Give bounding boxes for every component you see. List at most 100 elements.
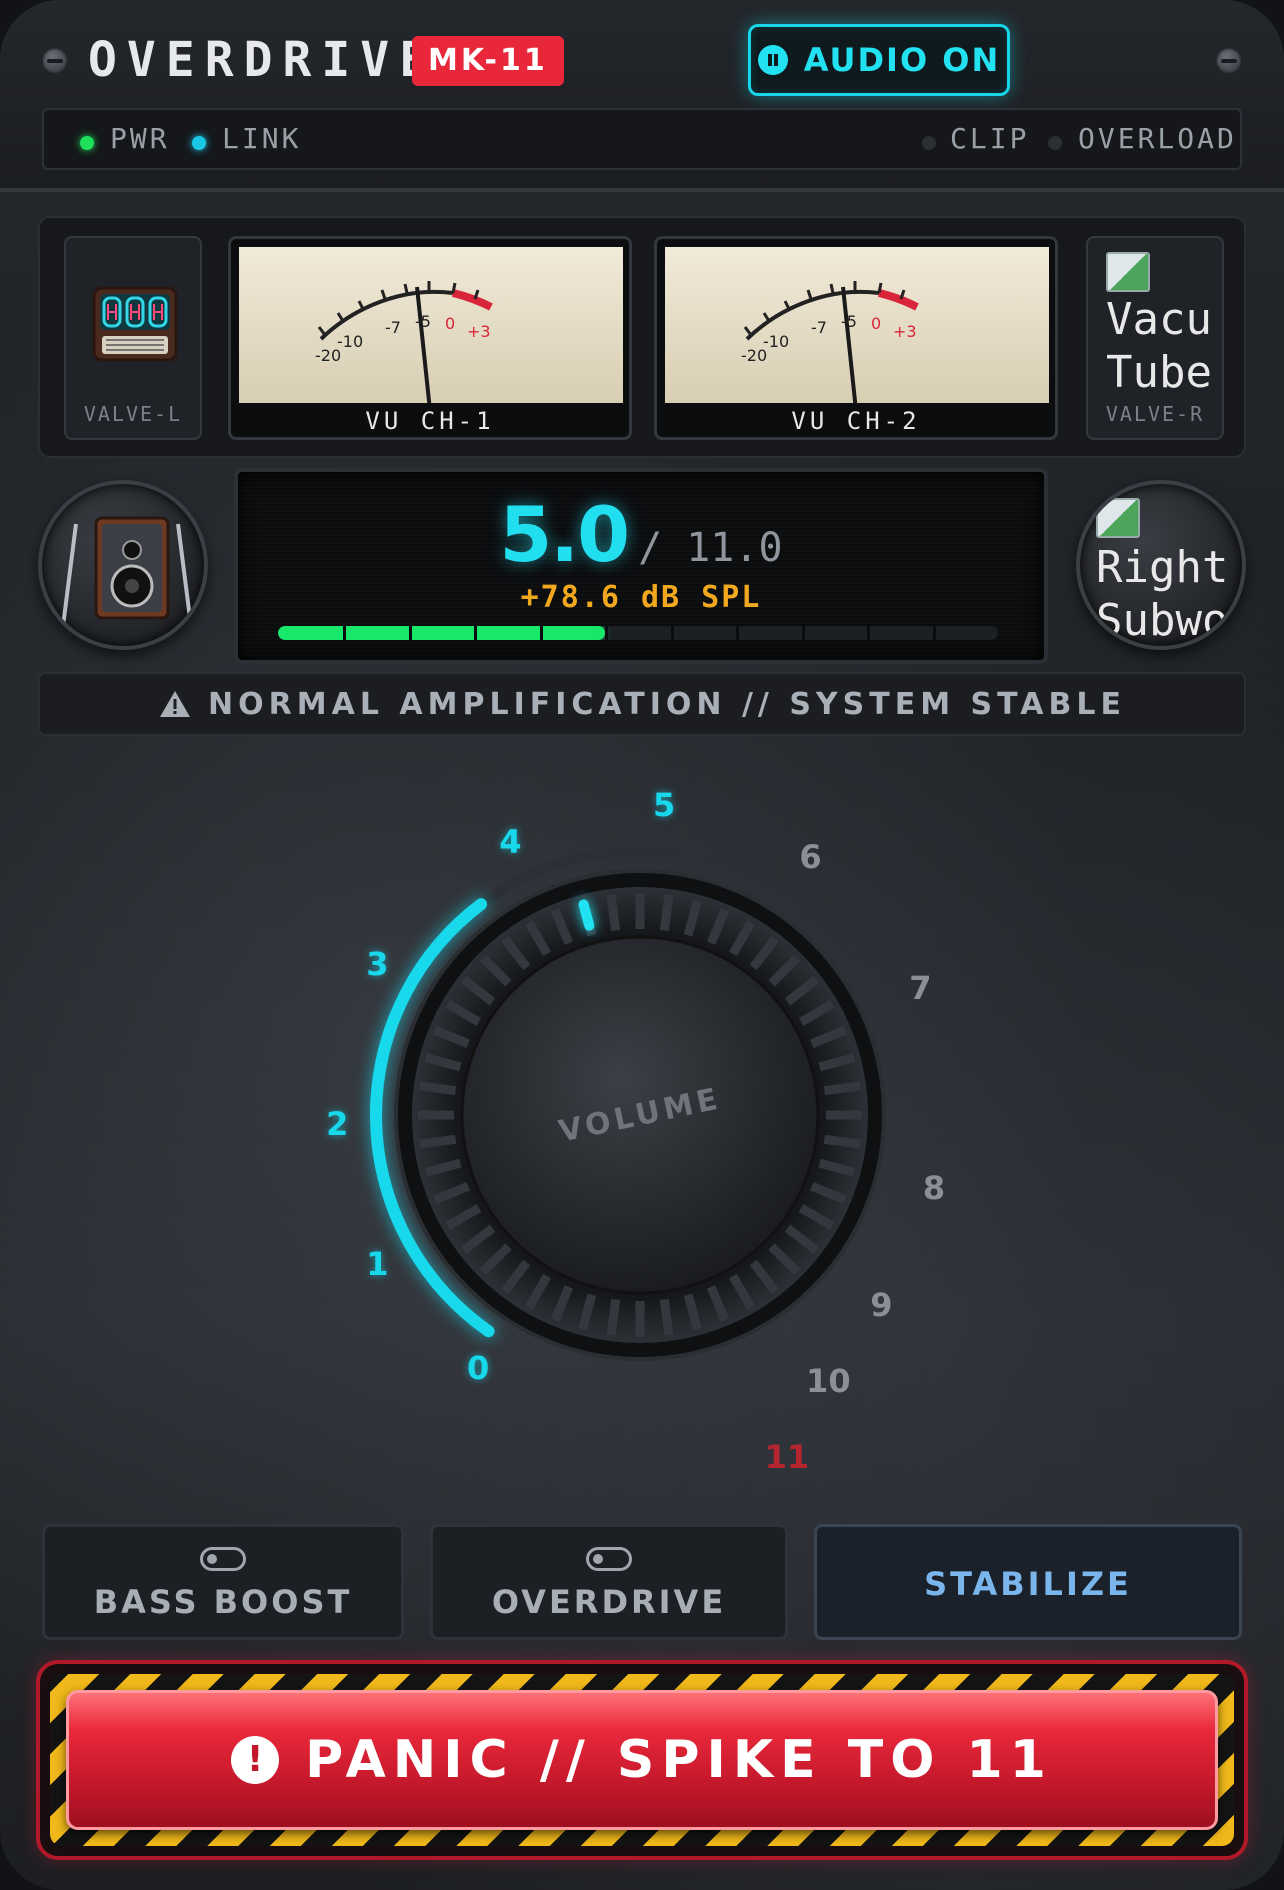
header: OVERDRIVE MK-11 AUDIO ON PWR LINK CLIP O… bbox=[0, 0, 1284, 192]
link-label: LINK bbox=[222, 122, 302, 155]
pause-icon bbox=[757, 45, 788, 75]
dial-ridge bbox=[659, 894, 674, 932]
readout-value: 5.0 bbox=[499, 490, 630, 579]
vu-ch1-caption: VU CH-1 bbox=[365, 407, 495, 435]
dial-tick-0: 0 bbox=[467, 1349, 490, 1388]
audio-toggle-button[interactable]: AUDIO ON bbox=[748, 24, 1010, 96]
meter-bay: VALVE-L -20 -10 -7 -5 0 +3 VU CH-1 -20 -… bbox=[38, 216, 1246, 458]
alt-line: Subwo bbox=[1096, 594, 1229, 646]
vu-tick: 0 bbox=[445, 314, 455, 333]
vu-face: -20 -10 -7 -5 0 +3 bbox=[239, 247, 623, 437]
status-message: NORMAL AMPLIFICATION // SYSTEM STABLE bbox=[208, 686, 1126, 722]
vu-tick: -7 bbox=[811, 318, 827, 337]
overdrive-toggle[interactable]: OVERDRIVE bbox=[430, 1524, 788, 1640]
dial-tick-4: 4 bbox=[499, 823, 522, 862]
speaker-icon bbox=[60, 516, 194, 635]
vu-meter-ch2: -20 -10 -7 -5 0 +3 VU CH-2 bbox=[654, 236, 1058, 440]
alt-line: Tube bbox=[1106, 346, 1212, 398]
level-bar bbox=[278, 626, 998, 640]
vu-meter-ch1: -20 -10 -7 -5 0 +3 VU CH-1 bbox=[228, 236, 632, 440]
brand-title: OVERDRIVE bbox=[88, 32, 439, 88]
stabilize-label: STABILIZE bbox=[924, 1565, 1132, 1603]
vu-needle bbox=[415, 286, 435, 437]
overdrive-label: OVERDRIVE bbox=[491, 1583, 727, 1621]
overload-led-icon bbox=[1048, 136, 1062, 150]
bass-boost-label: BASS BOOST bbox=[93, 1583, 353, 1621]
clip-led-icon bbox=[922, 136, 936, 150]
model-badge: MK-11 bbox=[412, 36, 564, 86]
valve-right-panel: Vacu Tube VALVE-R bbox=[1086, 236, 1224, 440]
valve-right-alt-text: Vacu Tube bbox=[1106, 294, 1216, 400]
system-status-bar: NORMAL AMPLIFICATION // SYSTEM STABLE bbox=[38, 672, 1246, 736]
level-segment-divider bbox=[932, 626, 936, 640]
audio-toggle-label: AUDIO ON bbox=[803, 41, 1001, 79]
exclamation-icon: ! bbox=[231, 1736, 280, 1784]
vu-tick: -10 bbox=[337, 332, 363, 351]
valve-right-caption: VALVE-R bbox=[1105, 402, 1205, 426]
vu-needle bbox=[841, 286, 861, 437]
valve-left-panel: VALVE-L bbox=[64, 236, 202, 440]
dial-ridge bbox=[823, 1081, 861, 1096]
dial-pointer bbox=[578, 899, 595, 931]
dial-tick-7: 7 bbox=[909, 968, 932, 1007]
pwr-led-icon bbox=[80, 136, 94, 150]
vu-tick: +3 bbox=[467, 322, 491, 341]
pwr-label: PWR bbox=[110, 122, 170, 155]
vu-tick: 0 bbox=[871, 314, 881, 333]
dial-ridge bbox=[606, 894, 621, 932]
vu-tick: -7 bbox=[385, 318, 401, 337]
screw-icon bbox=[42, 48, 68, 74]
readout-spl: +78.6 dB SPL bbox=[520, 580, 762, 615]
dial-ridge bbox=[419, 1134, 457, 1149]
right-subwoofer-alt-text: Right Subwo bbox=[1096, 542, 1236, 646]
amp-device: OVERDRIVE MK-11 AUDIO ON PWR LINK CLIP O… bbox=[0, 0, 1284, 1890]
vu-scale: -20 -10 -7 -5 0 +3 bbox=[741, 281, 919, 437]
broken-image-icon bbox=[1096, 498, 1140, 538]
overload-label: OVERLOAD bbox=[1078, 122, 1237, 155]
vu-ch2-caption: VU CH-2 bbox=[791, 407, 921, 435]
dial-tick-3: 3 bbox=[366, 945, 389, 983]
dial-tick-9: 9 bbox=[870, 1285, 893, 1324]
valve-left-caption: VALVE-L bbox=[83, 402, 183, 426]
alt-line: Vacu bbox=[1106, 294, 1212, 345]
level-segment-divider bbox=[539, 626, 543, 640]
bass-boost-toggle[interactable]: BASS BOOST bbox=[42, 1524, 404, 1640]
screw-icon bbox=[1216, 48, 1242, 74]
toggle-switch-icon bbox=[200, 1547, 246, 1571]
left-speaker-button[interactable] bbox=[38, 480, 208, 650]
dial-ridge bbox=[659, 1298, 674, 1336]
level-segment-divider bbox=[605, 626, 609, 640]
readout-main: 5.0/ 11.0 bbox=[238, 490, 1044, 579]
vu-tick: -10 bbox=[763, 332, 789, 351]
dial-ridge bbox=[606, 1298, 621, 1336]
panic-button[interactable]: ! PANIC // SPIKE TO 11 bbox=[66, 1690, 1218, 1830]
link-led-icon bbox=[192, 136, 206, 150]
broken-image-icon bbox=[1106, 252, 1150, 292]
panic-frame: ! PANIC // SPIKE TO 11 bbox=[36, 1660, 1248, 1860]
volume-readout: 5.0/ 11.0 +78.6 dB SPL bbox=[234, 468, 1048, 664]
dial-tick-1: 1 bbox=[366, 1245, 389, 1283]
dial-tick-8: 8 bbox=[922, 1169, 946, 1208]
level-segment-divider bbox=[670, 626, 674, 640]
vu-scale: -20 -10 -7 -5 0 +3 bbox=[315, 281, 493, 437]
dial-tick-6: 6 bbox=[799, 837, 822, 876]
level-segment-divider bbox=[474, 626, 478, 640]
toggle-switch-icon bbox=[586, 1547, 632, 1571]
dial-tick-10: 10 bbox=[806, 1361, 851, 1400]
readout-max: / 11.0 bbox=[638, 525, 783, 571]
warning-triangle-icon bbox=[160, 691, 191, 717]
right-subwoofer-button[interactable]: Right Subwo bbox=[1076, 480, 1246, 650]
volume-dial[interactable]: VOLUME bbox=[260, 760, 1020, 1500]
level-segment-divider bbox=[801, 626, 805, 640]
clip-label: CLIP bbox=[950, 122, 1030, 155]
stabilize-button[interactable]: STABILIZE bbox=[814, 1524, 1242, 1640]
indicator-strip: PWR LINK CLIP OVERLOAD bbox=[42, 108, 1242, 170]
level-segment-divider bbox=[408, 626, 412, 640]
level-segment-divider bbox=[736, 626, 740, 640]
vacuum-tube-icon bbox=[92, 286, 178, 362]
vu-tick: +3 bbox=[893, 322, 917, 341]
dial-tick-2: 2 bbox=[326, 1105, 349, 1144]
vu-face: -20 -10 -7 -5 0 +3 bbox=[665, 247, 1049, 437]
panic-label: PANIC // SPIKE TO 11 bbox=[305, 1730, 1053, 1790]
level-segment-divider bbox=[867, 626, 871, 640]
